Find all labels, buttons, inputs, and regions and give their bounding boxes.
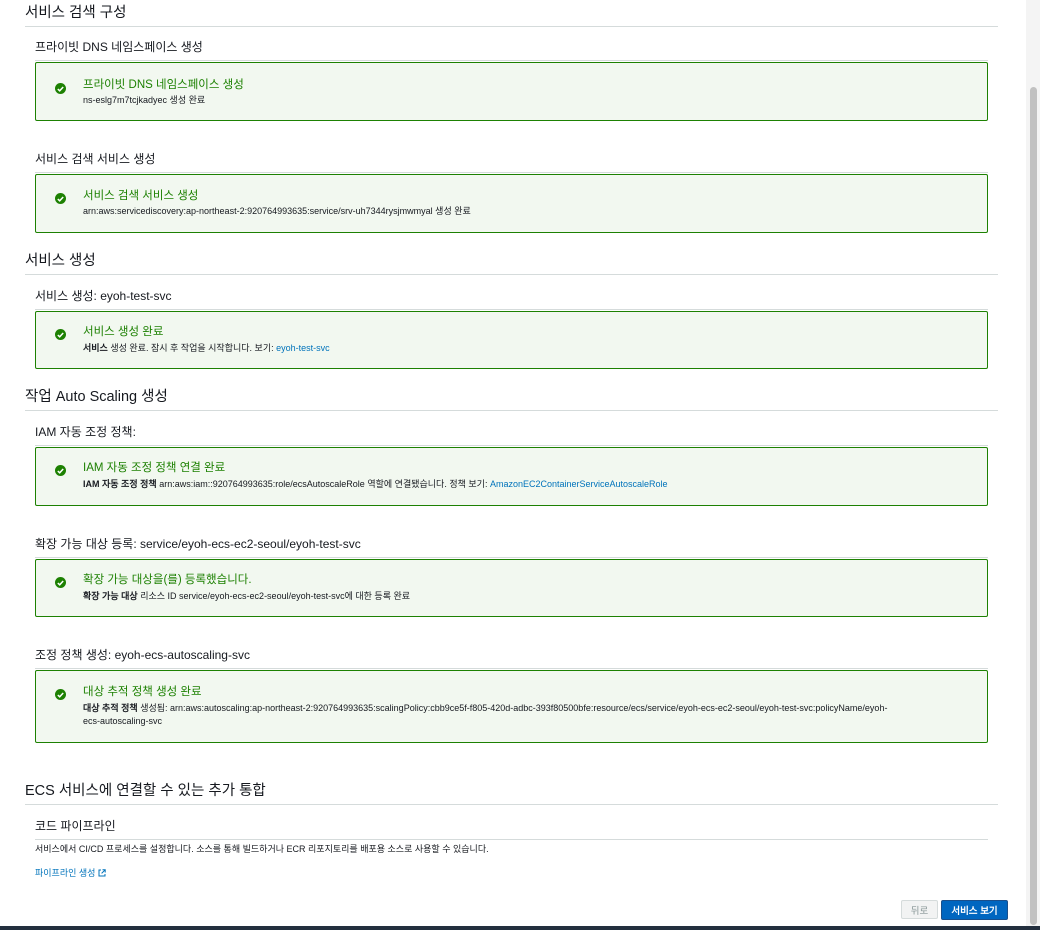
card-title: IAM 자동 조정 정책 연결 완료	[83, 462, 226, 474]
card-title: 대상 추적 정책 생성 완료	[83, 686, 202, 698]
card-title: 서비스 검색 서비스 생성	[83, 190, 199, 202]
create-pipeline-label: 파이프라인 생성	[35, 868, 96, 878]
subtitle-scaling-policy: 조정 정책 생성: eyoh-ecs-autoscaling-svc	[35, 648, 988, 669]
subtitle-iam-policy: IAM 자동 조정 정책:	[35, 425, 988, 446]
success-card-service-create: 서비스 생성 완료 서비스 생성 완료. 잠시 후 작업을 시작합니다. 보기:…	[35, 311, 988, 369]
success-card-scalable-target: 확장 가능 대상을(를) 등록했습니다. 확장 가능 대상 리소스 ID ser…	[35, 559, 988, 617]
bottom-bar	[0, 926, 1040, 930]
check-circle-icon	[55, 465, 66, 476]
card-title: 프라이빗 DNS 네임스페이스 생성	[83, 79, 244, 91]
section-title-service-create: 서비스 생성	[25, 253, 998, 275]
card-desc-text: 리소스 ID service/eyoh-ecs-ec2-seoul/eyoh-t…	[137, 591, 411, 601]
check-circle-icon	[55, 689, 66, 700]
subtitle-discovery-service: 서비스 검색 서비스 생성	[35, 152, 988, 173]
pipeline-description: 서비스에서 CI/CD 프로세스를 설정합니다. 소스를 통해 빌드하거나 EC…	[35, 844, 489, 854]
success-card-iam-policy: IAM 자동 조정 정책 연결 완료 IAM 자동 조정 정책 arn:aws:…	[35, 447, 988, 506]
card-desc-bold: IAM 자동 조정 정책	[83, 479, 157, 489]
card-description: 확장 가능 대상 리소스 ID service/eyoh-ecs-ec2-seo…	[83, 590, 897, 603]
card-description: ns-eslg7m7tcjkadyec 생성 완료	[83, 95, 206, 105]
view-service-button[interactable]: 서비스 보기	[941, 900, 1008, 920]
subtitle-service-create: 서비스 생성: eyoh-test-svc	[35, 289, 988, 310]
success-card-discovery-service: 서비스 검색 서비스 생성 arn:aws:servicediscovery:a…	[35, 174, 988, 233]
card-desc-text: 생성 완료. 잠시 후 작업을 시작합니다. 보기:	[107, 343, 277, 353]
card-description: IAM 자동 조정 정책 arn:aws:iam::920764993635:r…	[83, 478, 897, 491]
success-card-scaling-policy: 대상 추적 정책 생성 완료 대상 추적 정책 생성됨: arn:aws:aut…	[35, 670, 988, 743]
card-desc-bold: 대상 추적 정책	[83, 703, 138, 713]
section-title-integrations: ECS 서비스에 연결할 수 있는 추가 통합	[25, 783, 998, 805]
card-title: 서비스 생성 완료	[83, 326, 164, 338]
card-desc-bold: 서비스	[83, 343, 108, 353]
card-title: 확장 가능 대상을(를) 등록했습니다.	[83, 574, 252, 586]
external-link-icon	[98, 868, 106, 878]
success-card-private-dns: 프라이빗 DNS 네임스페이스 생성 ns-eslg7m7tcjkadyec 생…	[35, 62, 988, 121]
card-description: 대상 추적 정책 생성됨: arn:aws:autoscaling:ap-nor…	[83, 702, 897, 728]
subtitle-code-pipeline: 코드 파이프라인	[35, 819, 988, 840]
view-service-link[interactable]: eyoh-test-svc	[276, 343, 330, 353]
back-button[interactable]: 뒤로	[901, 900, 938, 919]
policy-link[interactable]: AmazonEC2ContainerServiceAutoscaleRole	[490, 479, 668, 489]
check-circle-icon	[55, 193, 66, 204]
subtitle-private-dns: 프라이빗 DNS 네임스페이스 생성	[35, 40, 988, 61]
scrollbar-thumb[interactable]	[1030, 87, 1037, 925]
section-title-service-discovery: 서비스 검색 구성	[25, 5, 998, 27]
card-description: arn:aws:servicediscovery:ap-northeast-2:…	[83, 206, 471, 216]
card-description: 서비스 생성 완료. 잠시 후 작업을 시작합니다. 보기: eyoh-test…	[83, 342, 897, 355]
check-circle-icon	[55, 83, 66, 94]
card-desc-text: 생성됨: arn:aws:autoscaling:ap-northeast-2:…	[83, 703, 888, 726]
check-circle-icon	[55, 577, 66, 588]
section-title-autoscaling: 작업 Auto Scaling 생성	[25, 389, 998, 411]
create-pipeline-link[interactable]: 파이프라인 생성	[35, 867, 106, 879]
check-circle-icon	[55, 329, 66, 340]
card-desc-bold: 확장 가능 대상	[83, 591, 138, 601]
card-desc-text: arn:aws:iam::920764993635:role/ecsAutosc…	[156, 479, 490, 489]
subtitle-scalable-target: 확장 가능 대상 등록: service/eyoh-ecs-ec2-seoul/…	[35, 537, 988, 558]
